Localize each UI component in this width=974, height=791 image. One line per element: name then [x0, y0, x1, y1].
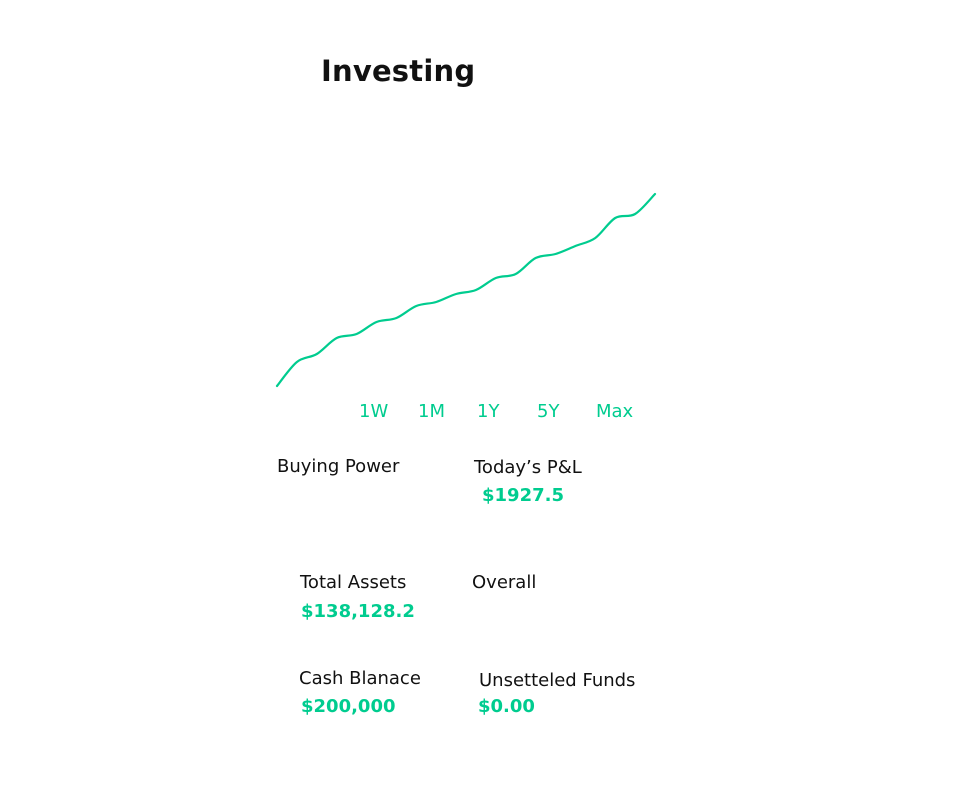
todays-pl-value: $1927.5	[482, 485, 564, 506]
cash-balance-label: Cash Blanace	[299, 668, 421, 689]
range-tab-5y[interactable]: 5Y	[537, 401, 559, 422]
buying-power-label: Buying Power	[277, 456, 400, 477]
overall-label: Overall	[472, 572, 537, 593]
range-tab-max[interactable]: Max	[596, 401, 633, 422]
unsettled-funds-label: Unsetteled Funds	[479, 670, 636, 691]
range-tab-1y[interactable]: 1Y	[477, 401, 499, 422]
total-assets-label: Total Assets	[300, 572, 407, 593]
range-tab-1w[interactable]: 1W	[359, 401, 388, 422]
portfolio-line-chart	[275, 192, 657, 388]
unsettled-funds-value: $0.00	[478, 696, 535, 717]
page-title: Investing	[321, 54, 476, 88]
total-assets-value: $138,128.2	[301, 601, 415, 622]
portfolio-line	[275, 192, 657, 388]
range-tab-1m[interactable]: 1M	[418, 401, 445, 422]
cash-balance-value: $200,000	[301, 696, 396, 717]
todays-pl-label: Today’s P&L	[474, 457, 582, 478]
